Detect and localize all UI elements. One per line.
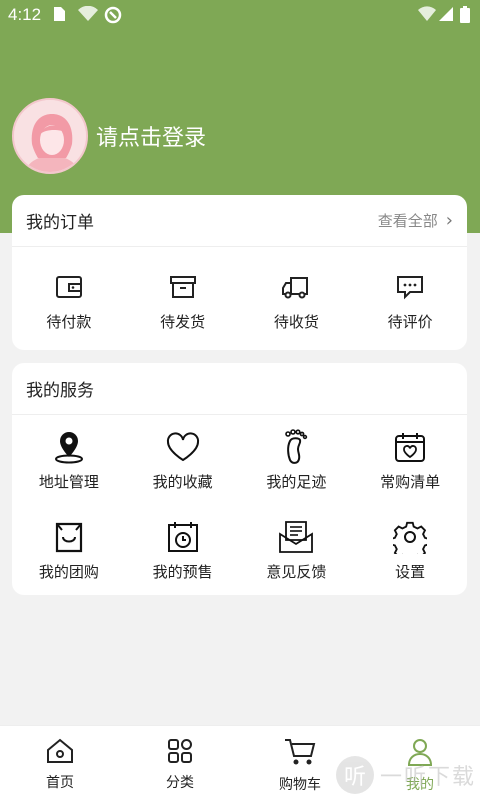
order-label: 待评价 (387, 313, 433, 331)
tab-label: 首页 (46, 775, 74, 791)
watermark-badge: 听 (335, 756, 374, 794)
category-icon (167, 738, 193, 768)
wifi-icon (418, 6, 436, 22)
location-pin-icon (53, 429, 85, 465)
service-address[interactable]: 地址管理 (12, 415, 126, 505)
heart-icon (166, 429, 200, 465)
truck-icon (281, 269, 311, 305)
orders-card: 我的订单 查看全部 › 待付款 待发货 待收货 待评价 (12, 195, 467, 350)
battery-icon (460, 6, 470, 23)
profile-login-area[interactable]: 请点击登录 (12, 98, 206, 174)
services-title: 我的服务 (26, 381, 94, 401)
status-time: 4:12 (8, 5, 42, 24)
service-presale[interactable]: 我的预售 (126, 505, 240, 595)
login-prompt[interactable]: 请点击登录 (96, 120, 206, 152)
sync-icon (104, 6, 122, 24)
home-icon (46, 738, 74, 768)
tab-category[interactable]: 分类 (120, 726, 240, 800)
service-frequent-list[interactable]: 常购清单 (353, 415, 467, 505)
service-footprints[interactable]: 我的足迹 (240, 415, 354, 505)
service-group-buy[interactable]: 我的团购 (12, 505, 126, 595)
service-feedback[interactable]: 意见反馈 (240, 505, 354, 595)
service-favorites[interactable]: 我的收藏 (126, 415, 240, 505)
watermark-text: 一听下载 (379, 765, 476, 790)
service-label: 我的收藏 (152, 473, 213, 491)
order-pending-receipt[interactable]: 待收货 (240, 247, 354, 347)
order-label: 待收货 (273, 313, 319, 331)
order-pending-review[interactable]: 待评价 (353, 247, 467, 347)
status-bar: 4:12 (0, 0, 480, 30)
service-label: 地址管理 (38, 473, 99, 491)
gear-icon (393, 519, 428, 555)
order-pending-shipment[interactable]: 待发货 (126, 247, 240, 347)
chevron-right-icon: › (445, 210, 453, 231)
order-label: 待发货 (160, 313, 206, 331)
order-label: 待付款 (46, 313, 92, 331)
services-header: 我的服务 (12, 363, 467, 415)
service-label: 我的足迹 (266, 473, 327, 491)
services-card: 我的服务 地址管理 我的收藏 我的足迹 常购清单 我的团购 我的预售 意见反馈 … (12, 363, 467, 595)
cart-icon (284, 738, 316, 770)
service-label: 我的预售 (152, 563, 213, 581)
service-label: 我的团购 (38, 563, 99, 581)
wifi-question-icon (78, 6, 98, 22)
order-pending-payment[interactable]: 待付款 (12, 247, 126, 347)
feedback-mail-icon (278, 519, 314, 555)
calendar-heart-icon (394, 429, 426, 465)
orders-title: 我的订单 (26, 213, 94, 233)
wallet-icon (55, 269, 83, 305)
service-label: 设置 (395, 563, 426, 581)
tab-label: 购物车 (279, 777, 321, 793)
comment-icon (396, 269, 424, 305)
tab-label: 分类 (166, 775, 194, 791)
footprint-icon (281, 429, 311, 465)
service-label: 常购清单 (380, 473, 441, 491)
shopping-bag-icon (54, 519, 84, 555)
service-label: 意见反馈 (266, 563, 327, 581)
tab-home[interactable]: 首页 (0, 726, 120, 800)
signal-icon (438, 6, 454, 22)
calendar-clock-icon (167, 519, 199, 555)
service-settings[interactable]: 设置 (353, 505, 467, 595)
view-all-label: 查看全部 (377, 212, 438, 230)
orders-header: 我的订单 查看全部 › (12, 195, 467, 247)
avatar[interactable] (12, 98, 88, 174)
view-all-orders-link[interactable]: 查看全部 › (378, 210, 453, 231)
box-icon (169, 269, 197, 305)
sim-card-icon (52, 6, 66, 22)
watermark: 听 一听下载 (335, 756, 476, 794)
